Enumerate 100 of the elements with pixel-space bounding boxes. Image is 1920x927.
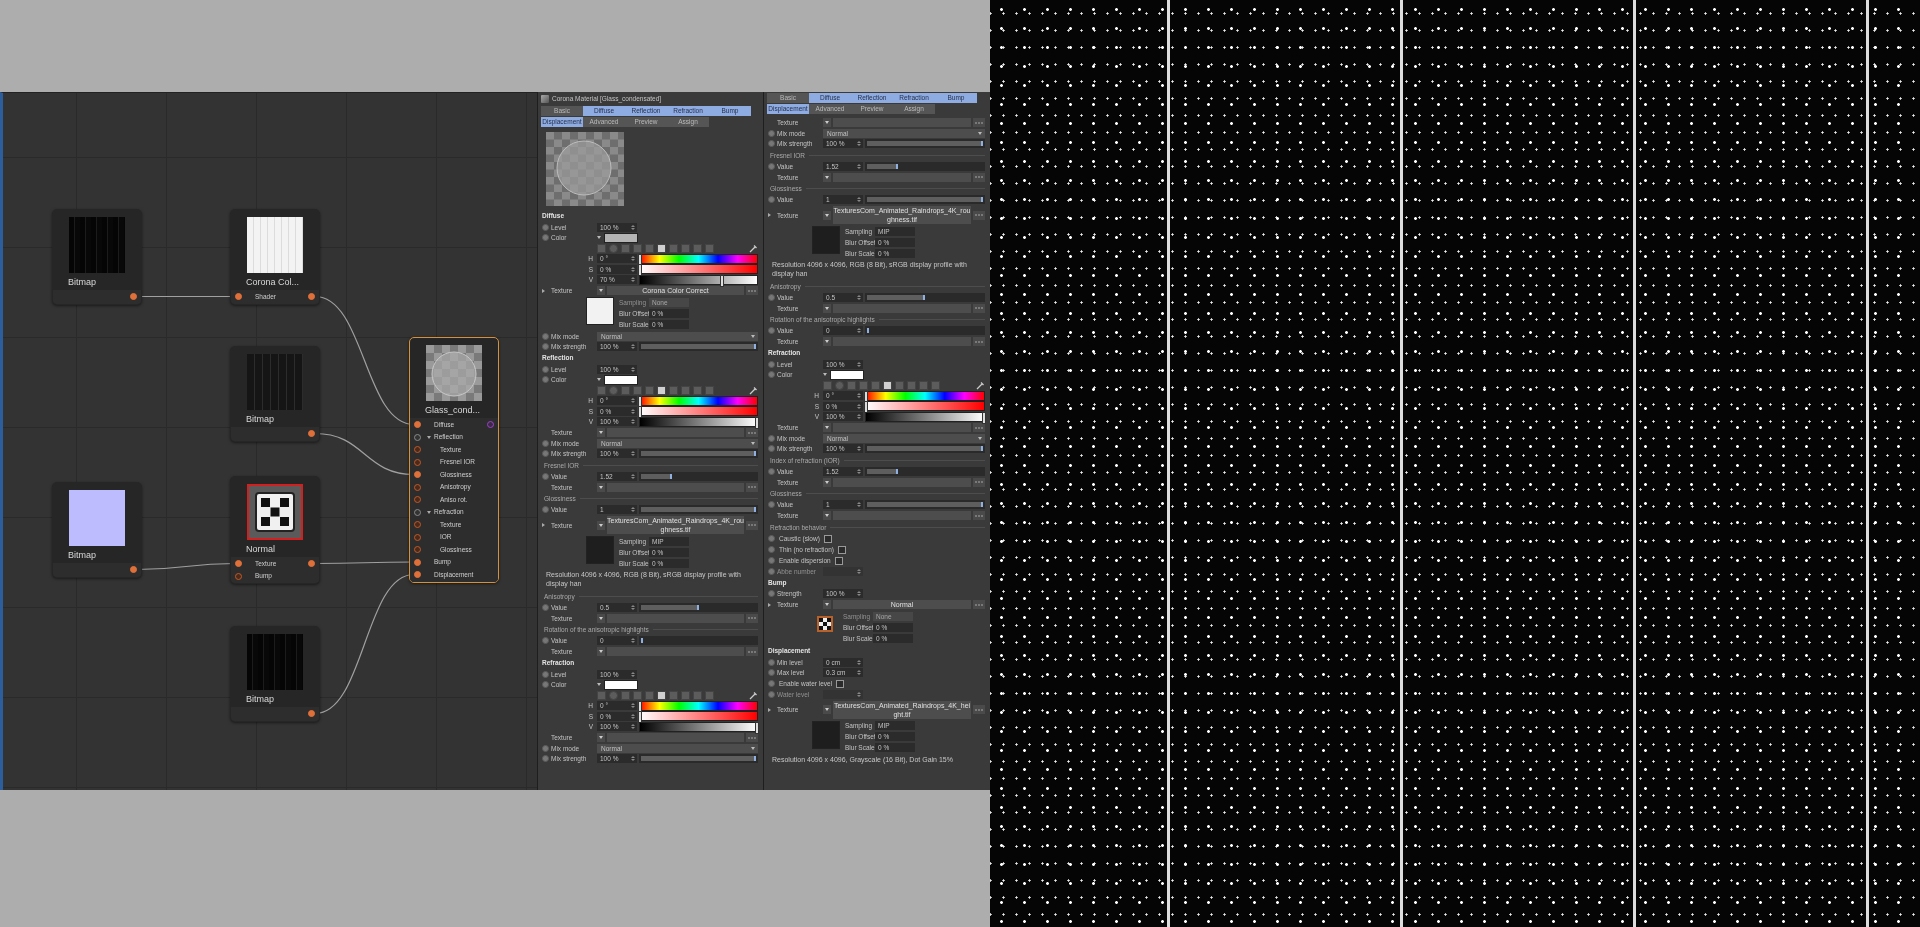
- color-wheel-icon[interactable]: [835, 380, 844, 390]
- texture-field[interactable]: [833, 172, 971, 182]
- more-button[interactable]: [973, 337, 985, 346]
- output-socket[interactable]: [487, 421, 494, 428]
- port-socket[interactable]: [235, 572, 242, 580]
- keyframe-button[interactable]: [768, 293, 775, 301]
- color-swatch[interactable]: [604, 679, 638, 690]
- color-mode-icon[interactable]: [681, 690, 690, 700]
- color-mode-icon[interactable]: [705, 385, 714, 395]
- slider-thumb[interactable]: [638, 406, 642, 419]
- saturation-slider[interactable]: [639, 711, 758, 722]
- more-button[interactable]: [973, 477, 985, 487]
- more-button[interactable]: [973, 172, 985, 182]
- slider[interactable]: [865, 161, 985, 171]
- slider-thumb[interactable]: [638, 711, 642, 724]
- slider-thumb[interactable]: [638, 264, 642, 277]
- color-mode-icon[interactable]: [621, 690, 630, 700]
- output-socket[interactable]: [308, 560, 315, 567]
- texture-menu-button[interactable]: [597, 613, 605, 623]
- texture-menu-button[interactable]: [823, 511, 831, 520]
- more-button[interactable]: [973, 303, 985, 313]
- more-button[interactable]: [746, 613, 758, 623]
- color-mode-icon[interactable]: [931, 380, 940, 390]
- expand-arrow-icon[interactable]: [768, 213, 771, 217]
- value-slider[interactable]: [639, 416, 758, 427]
- keyframe-button[interactable]: [542, 472, 549, 480]
- color-mode-icon[interactable]: [657, 243, 666, 253]
- value-slider[interactable]: [639, 274, 758, 285]
- output-socket[interactable]: [130, 566, 137, 573]
- more-button[interactable]: [973, 118, 985, 127]
- more-button[interactable]: [973, 511, 985, 520]
- keyframe-button[interactable]: [542, 637, 549, 645]
- color-mode-icon[interactable]: [693, 385, 702, 395]
- color-mode-icon[interactable]: [657, 385, 666, 395]
- hue-slider[interactable]: [639, 700, 758, 711]
- port-socket[interactable]: [414, 483, 421, 491]
- color-mode-icon[interactable]: [657, 690, 666, 700]
- slider-thumb[interactable]: [719, 274, 724, 287]
- texture-field[interactable]: [607, 613, 744, 623]
- port-socket[interactable]: [414, 508, 421, 516]
- color-mode-icon[interactable]: [705, 690, 714, 700]
- texture-menu-button[interactable]: [597, 733, 605, 742]
- checkbox[interactable]: [837, 545, 846, 554]
- node-card[interactable]: Bitmap: [230, 346, 320, 442]
- texture-menu-button[interactable]: [597, 520, 605, 530]
- color-mode-icon[interactable]: [645, 243, 654, 253]
- color-mode-icon[interactable]: [597, 690, 606, 700]
- expand-arrow-icon[interactable]: [542, 288, 545, 293]
- texture-menu-button[interactable]: [823, 477, 831, 487]
- color-mode-icon[interactable]: [669, 385, 678, 395]
- slider[interactable]: [639, 602, 758, 612]
- node-card[interactable]: Bitmap: [52, 209, 142, 305]
- keyframe-button[interactable]: [768, 467, 775, 475]
- color-swatch[interactable]: [830, 369, 864, 380]
- keyframe-button[interactable]: [768, 196, 775, 204]
- more-button[interactable]: [973, 600, 985, 609]
- slider[interactable]: [639, 471, 758, 481]
- color-mode-icon[interactable]: [847, 380, 856, 390]
- texture-menu-button[interactable]: [823, 600, 831, 609]
- eyedropper-icon[interactable]: [749, 690, 758, 700]
- more-button[interactable]: [746, 482, 758, 492]
- port-socket[interactable]: [414, 471, 421, 478]
- expand-caret-icon[interactable]: [427, 510, 431, 514]
- eyedropper-icon[interactable]: [749, 385, 758, 395]
- color-mode-icon[interactable]: [823, 380, 832, 390]
- color-mode-icon[interactable]: [705, 243, 714, 253]
- color-mode-icon[interactable]: [597, 243, 606, 253]
- color-swatch[interactable]: [604, 374, 638, 385]
- texture-menu-button[interactable]: [823, 705, 831, 714]
- slider-thumb[interactable]: [755, 416, 759, 429]
- color-mode-icon[interactable]: [883, 380, 892, 390]
- hue-slider[interactable]: [639, 253, 758, 264]
- eyedropper-icon[interactable]: [749, 243, 758, 253]
- keyframe-button[interactable]: [768, 501, 775, 509]
- slider[interactable]: [865, 466, 985, 476]
- texture-menu-button[interactable]: [823, 210, 831, 220]
- port-socket[interactable]: [414, 533, 421, 541]
- more-button[interactable]: [746, 647, 758, 656]
- output-socket[interactable]: [308, 293, 315, 300]
- port-socket[interactable]: [414, 446, 421, 453]
- node-card[interactable]: Bitmap: [52, 482, 142, 578]
- slider-thumb[interactable]: [982, 411, 986, 424]
- checkbox[interactable]: [823, 534, 832, 543]
- caret-icon[interactable]: [597, 683, 601, 687]
- saturation-slider[interactable]: [865, 401, 985, 412]
- more-button[interactable]: [746, 520, 758, 530]
- color-mode-icon[interactable]: [633, 243, 642, 253]
- port-socket[interactable]: [414, 496, 421, 503]
- slider[interactable]: [865, 292, 985, 302]
- color-mode-icon[interactable]: [919, 380, 928, 390]
- expand-arrow-icon[interactable]: [768, 707, 771, 712]
- color-mode-icon[interactable]: [645, 385, 654, 395]
- output-socket[interactable]: [130, 293, 137, 300]
- more-button[interactable]: [746, 286, 758, 295]
- texture-menu-button[interactable]: [823, 337, 831, 346]
- expand-arrow-icon[interactable]: [768, 602, 771, 607]
- value-slider[interactable]: [865, 411, 985, 422]
- port-socket[interactable]: [235, 293, 242, 300]
- texture-menu-button[interactable]: [823, 303, 831, 313]
- checkbox[interactable]: [834, 556, 843, 565]
